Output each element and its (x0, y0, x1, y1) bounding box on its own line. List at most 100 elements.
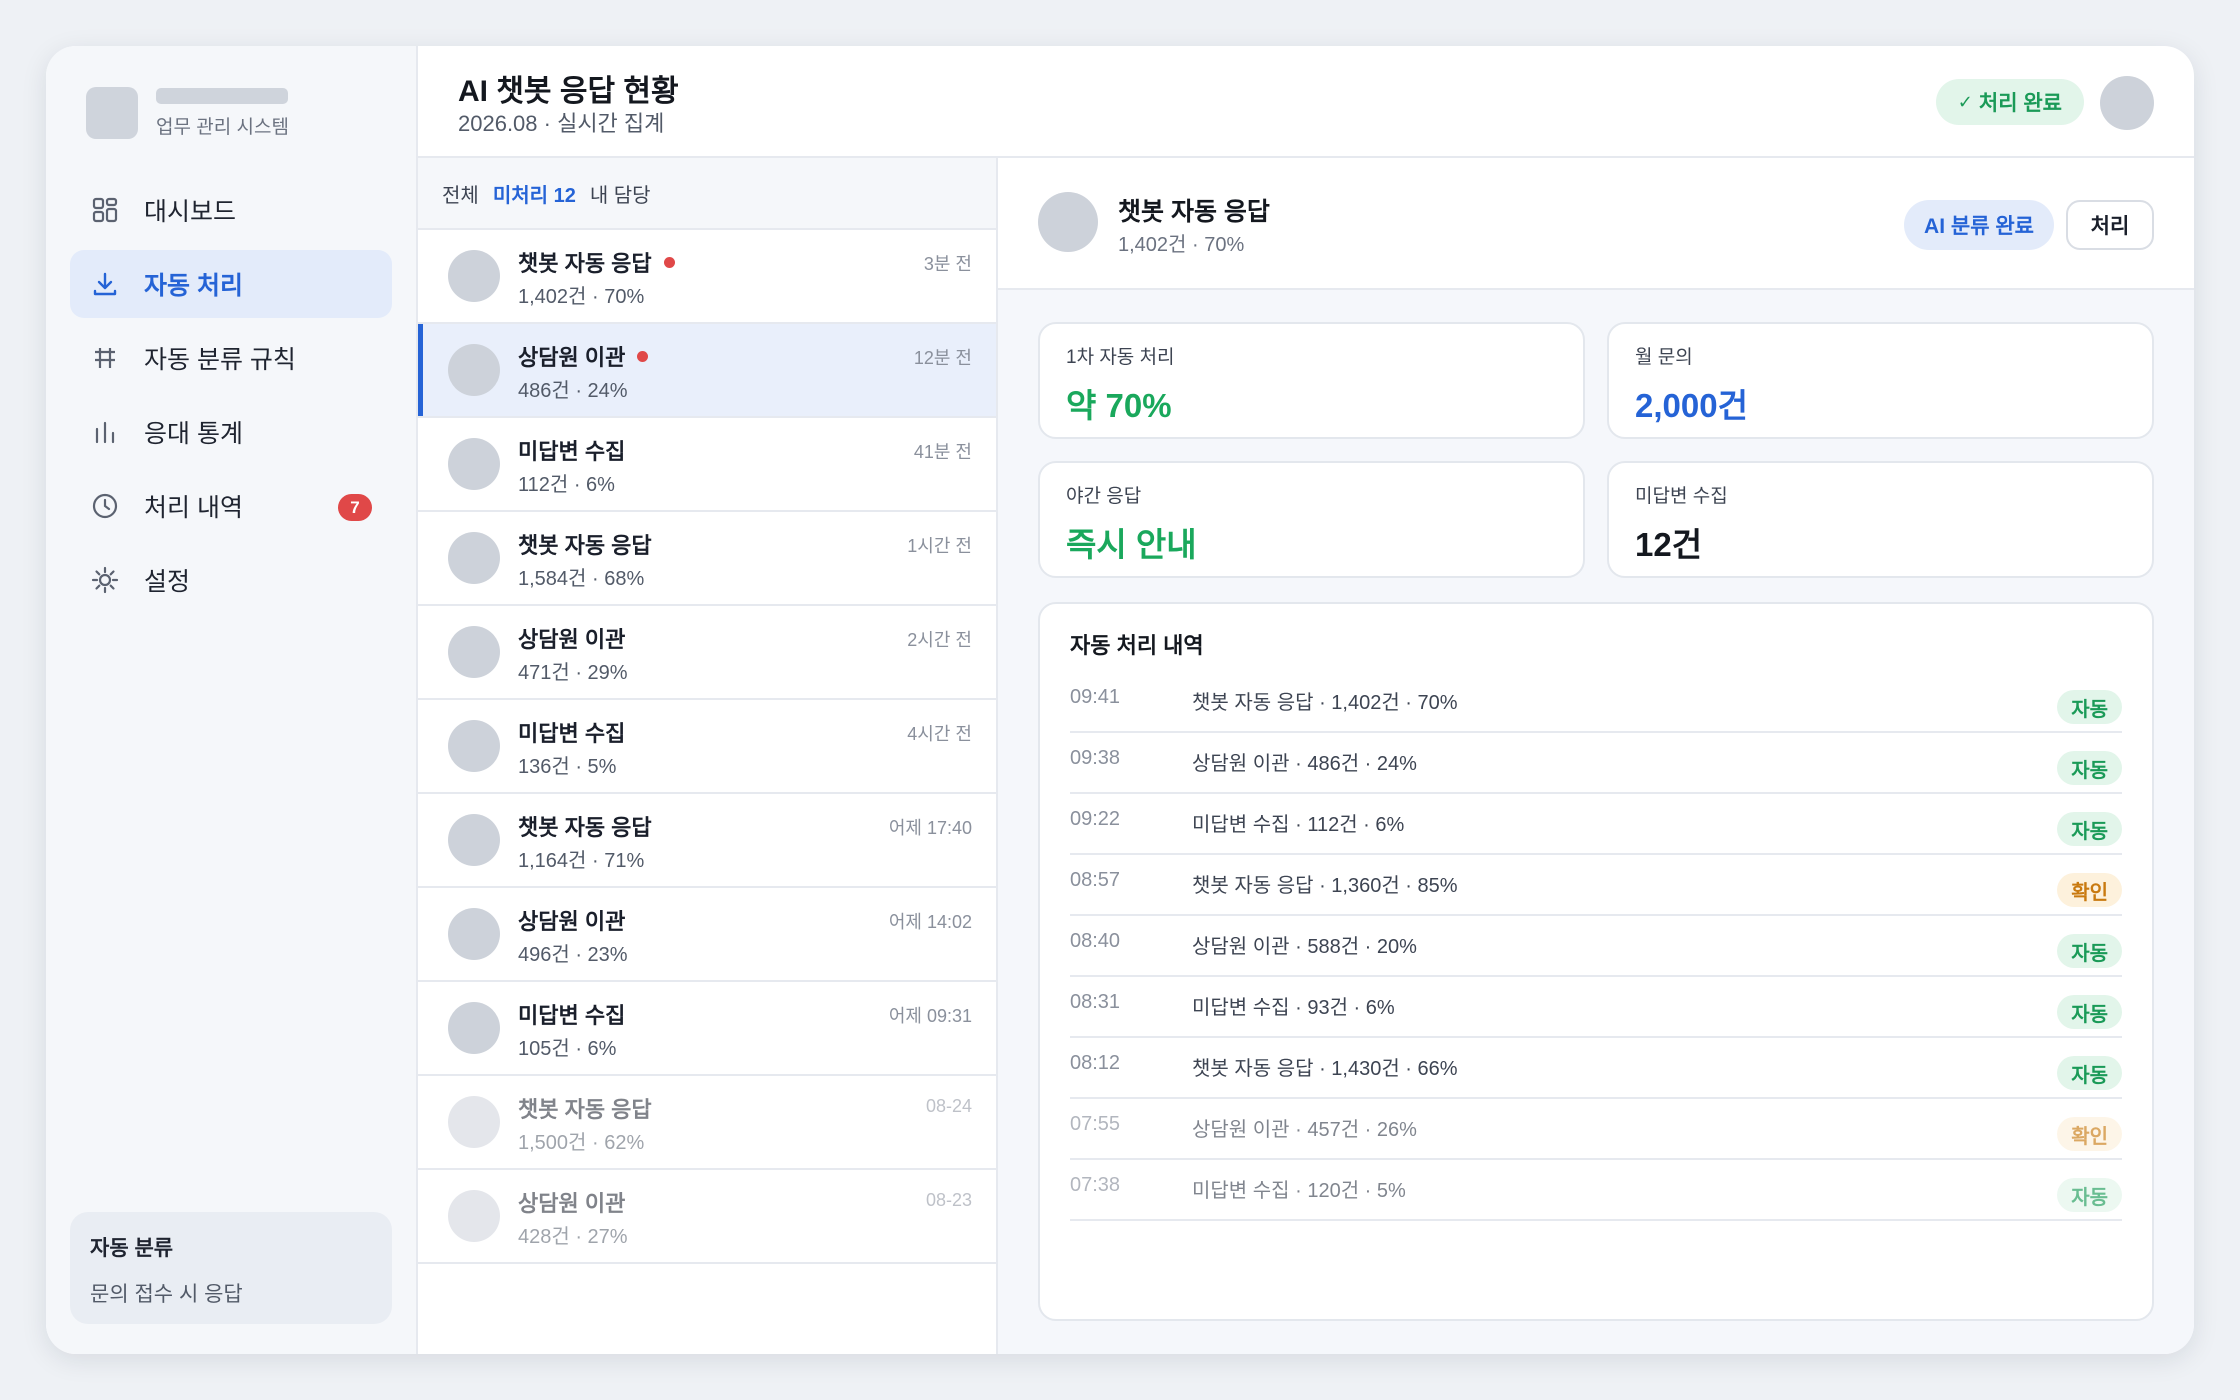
filter-unprocessed[interactable]: 미처리 12 (493, 179, 576, 208)
sidebar-item-rules[interactable]: 자동 분류 규칙 (70, 324, 392, 392)
list-item-time: 2시간 전 (907, 630, 972, 650)
topbar: AI 챗봇 응답 현황 2026.08 · 실시간 집계 ✓ 처리 완료 (418, 46, 2194, 158)
history-time: 08:40 (1070, 930, 1121, 952)
ai-classified-chip: AI 분류 완료 (1904, 200, 2054, 250)
history-time: 07:55 (1070, 1113, 1121, 1135)
list-item[interactable]: 상담원 이관 471건 · 29% 2시간 전 (418, 606, 996, 700)
status-badge-label: 처리 완료 (1978, 92, 2062, 115)
list-item-time: 어제 14:02 (888, 912, 972, 932)
stat-label: 야간 응답 (1066, 486, 1142, 507)
history-time: 08:57 (1070, 869, 1121, 891)
sidebar-item-history[interactable]: 처리 내역 7 (70, 472, 392, 540)
page-title: AI 챗봇 응답 현황 (458, 75, 679, 108)
list-item-time: 어제 09:31 (888, 1006, 972, 1026)
sidebar-item-stats[interactable]: 응대 통계 (70, 398, 392, 466)
gear-icon (90, 565, 120, 595)
stat-card: 1차 자동 처리 약 70% (1038, 322, 1585, 439)
history-row: 08:40 상담원 이관 · 588건 · 20% 자동 (1070, 916, 2122, 977)
sidebar-item-label: 자동 분류 규칙 (144, 346, 296, 374)
auto-classify-title: 자동 분류 (90, 1237, 174, 1260)
list-item-meta: 428건 · 27% (518, 1226, 628, 1248)
list-item-meta: 1,164건 · 71% (518, 850, 645, 872)
list-item-meta: 1,584건 · 68% (518, 568, 645, 590)
list-item[interactable]: 미답변 수집 112건 · 6% 41분 전 (418, 418, 996, 512)
list-item-time: 41분 전 (913, 442, 972, 462)
detail-panel: 챗봇 자동 응답 1,402건 · 70% AI 분류 완료 처리 1차 자동 … (998, 158, 2194, 1354)
history-status-tag: 자동 (2057, 751, 2122, 785)
sidebar-item-dashboard[interactable]: 대시보드 (70, 176, 392, 244)
list-item-time: 1시간 전 (907, 536, 972, 556)
filter-mine[interactable]: 내 담당 (590, 179, 651, 208)
history-row: 08:12 챗봇 자동 응답 · 1,430건 · 66% 자동 (1070, 1038, 2122, 1099)
history-card: 자동 처리 내역 09:41 챗봇 자동 응답 · 1,402건 · 70% 자동 0… (1038, 602, 2154, 1321)
sidebar-nav: 대시보드 자동 처리 자동 분류 규칙 응대 통계 처리 내역 7 설정 (70, 176, 392, 620)
avatar (448, 814, 500, 866)
brand-name-placeholder (156, 88, 288, 104)
process-button[interactable]: 처리 (2066, 200, 2154, 250)
unread-dot (663, 256, 675, 268)
list-item-time: 08-24 (925, 1096, 972, 1116)
list-item[interactable]: 미답변 수집 136건 · 5% 4시간 전 (418, 700, 996, 794)
avatar (448, 532, 500, 584)
avatar (448, 438, 500, 490)
clock-icon (90, 491, 120, 521)
grid-icon (90, 195, 120, 225)
history-text: 미답변 수집 · 120건 · 5% (1192, 1180, 1406, 1202)
sidebar-item-label: 응대 통계 (144, 420, 243, 448)
list-items: 챗봇 자동 응답 1,402건 · 70% 3분 전상담원 이관 486건 · 24%… (418, 230, 996, 1264)
history-time: 09:41 (1070, 686, 1121, 708)
list-item-title: 미답변 수집 (518, 721, 626, 746)
list-item-meta: 105건 · 6% (518, 1038, 617, 1060)
stat-label: 월 문의 (1635, 347, 1693, 368)
list-item[interactable]: 상담원 이관 496건 · 23% 어제 14:02 (418, 888, 996, 982)
app-window: 업무 관리 시스템 대시보드 자동 처리 자동 분류 규칙 응대 통계 처리 내… (46, 46, 2194, 1354)
sidebar-item-settings[interactable]: 설정 (70, 546, 392, 614)
download-icon (90, 269, 120, 299)
history-row: 09:38 상담원 이관 · 486건 · 24% 자동 (1070, 733, 2122, 794)
history-time: 09:22 (1070, 808, 1121, 830)
list-item[interactable]: 미답변 수집 105건 · 6% 어제 09:31 (418, 982, 996, 1076)
history-list: 09:41 챗봇 자동 응답 · 1,402건 · 70% 자동 09:38 상담원 이… (1070, 672, 2122, 1221)
list-item-meta: 471건 · 29% (518, 662, 628, 684)
history-status-tag: 자동 (2057, 934, 2122, 968)
history-row: 09:41 챗봇 자동 응답 · 1,402건 · 70% 자동 (1070, 672, 2122, 733)
list-item-title: 미답변 수집 (518, 439, 626, 464)
list-item-title: 챗봇 자동 응답 (518, 815, 652, 840)
history-time: 08:31 (1070, 991, 1121, 1013)
avatar (448, 1096, 500, 1148)
main-area: AI 챗봇 응답 현황 2026.08 · 실시간 집계 ✓ 처리 완료 전체 … (418, 46, 2194, 1354)
list-item-title: 상담원 이관 (518, 627, 626, 652)
history-text: 미답변 수집 · 93건 · 6% (1192, 997, 1395, 1019)
history-status-tag: 자동 (2057, 995, 2122, 1029)
avatar[interactable] (2100, 76, 2154, 130)
history-text: 챗봇 자동 응답 · 1,360건 · 85% (1192, 875, 1458, 897)
avatar (448, 908, 500, 960)
sidebar-item-label: 대시보드 (144, 198, 237, 226)
list-item[interactable]: 챗봇 자동 응답 1,402건 · 70% 3분 전 (418, 230, 996, 324)
list-item-meta: 486건 · 24% (518, 380, 628, 402)
stat-label: 1차 자동 처리 (1066, 347, 1175, 368)
list-item-time: 12분 전 (913, 348, 972, 368)
history-text: 상담원 이관 · 486건 · 24% (1192, 753, 1417, 775)
list-item[interactable]: 상담원 이관 486건 · 24% 12분 전 (418, 324, 996, 418)
list-item-time: 3분 전 (923, 254, 972, 274)
list-item-time: 어제 17:40 (888, 818, 972, 838)
brand-logo (86, 86, 138, 139)
list-item[interactable]: 챗봇 자동 응답 1,584건 · 68% 1시간 전 (418, 512, 996, 606)
list-item-meta: 1,402건 · 70% (518, 286, 645, 308)
avatar (448, 250, 500, 302)
sidebar-item-auto-process[interactable]: 자동 처리 (70, 250, 392, 318)
history-status-tag: 자동 (2057, 812, 2122, 846)
history-status-tag: 확인 (2057, 1117, 2122, 1151)
history-status-tag: 자동 (2057, 690, 2122, 724)
list-item[interactable]: 챗봇 자동 응답 1,500건 · 62% 08-24 (418, 1076, 996, 1170)
history-row: 08:57 챗봇 자동 응답 · 1,360건 · 85% 확인 (1070, 855, 2122, 916)
filter-all[interactable]: 전체 (442, 179, 479, 208)
sidebar-item-label: 설정 (144, 568, 191, 596)
history-row: 07:55 상담원 이관 · 457건 · 26% 확인 (1070, 1099, 2122, 1160)
history-row: 07:38 미답변 수집 · 120건 · 5% 자동 (1070, 1160, 2122, 1221)
avatar (1038, 192, 1098, 252)
list-item[interactable]: 상담원 이관 428건 · 27% 08-23 (418, 1170, 996, 1264)
list-item-meta: 112건 · 6% (518, 474, 615, 496)
list-item[interactable]: 챗봇 자동 응답 1,164건 · 71% 어제 17:40 (418, 794, 996, 888)
